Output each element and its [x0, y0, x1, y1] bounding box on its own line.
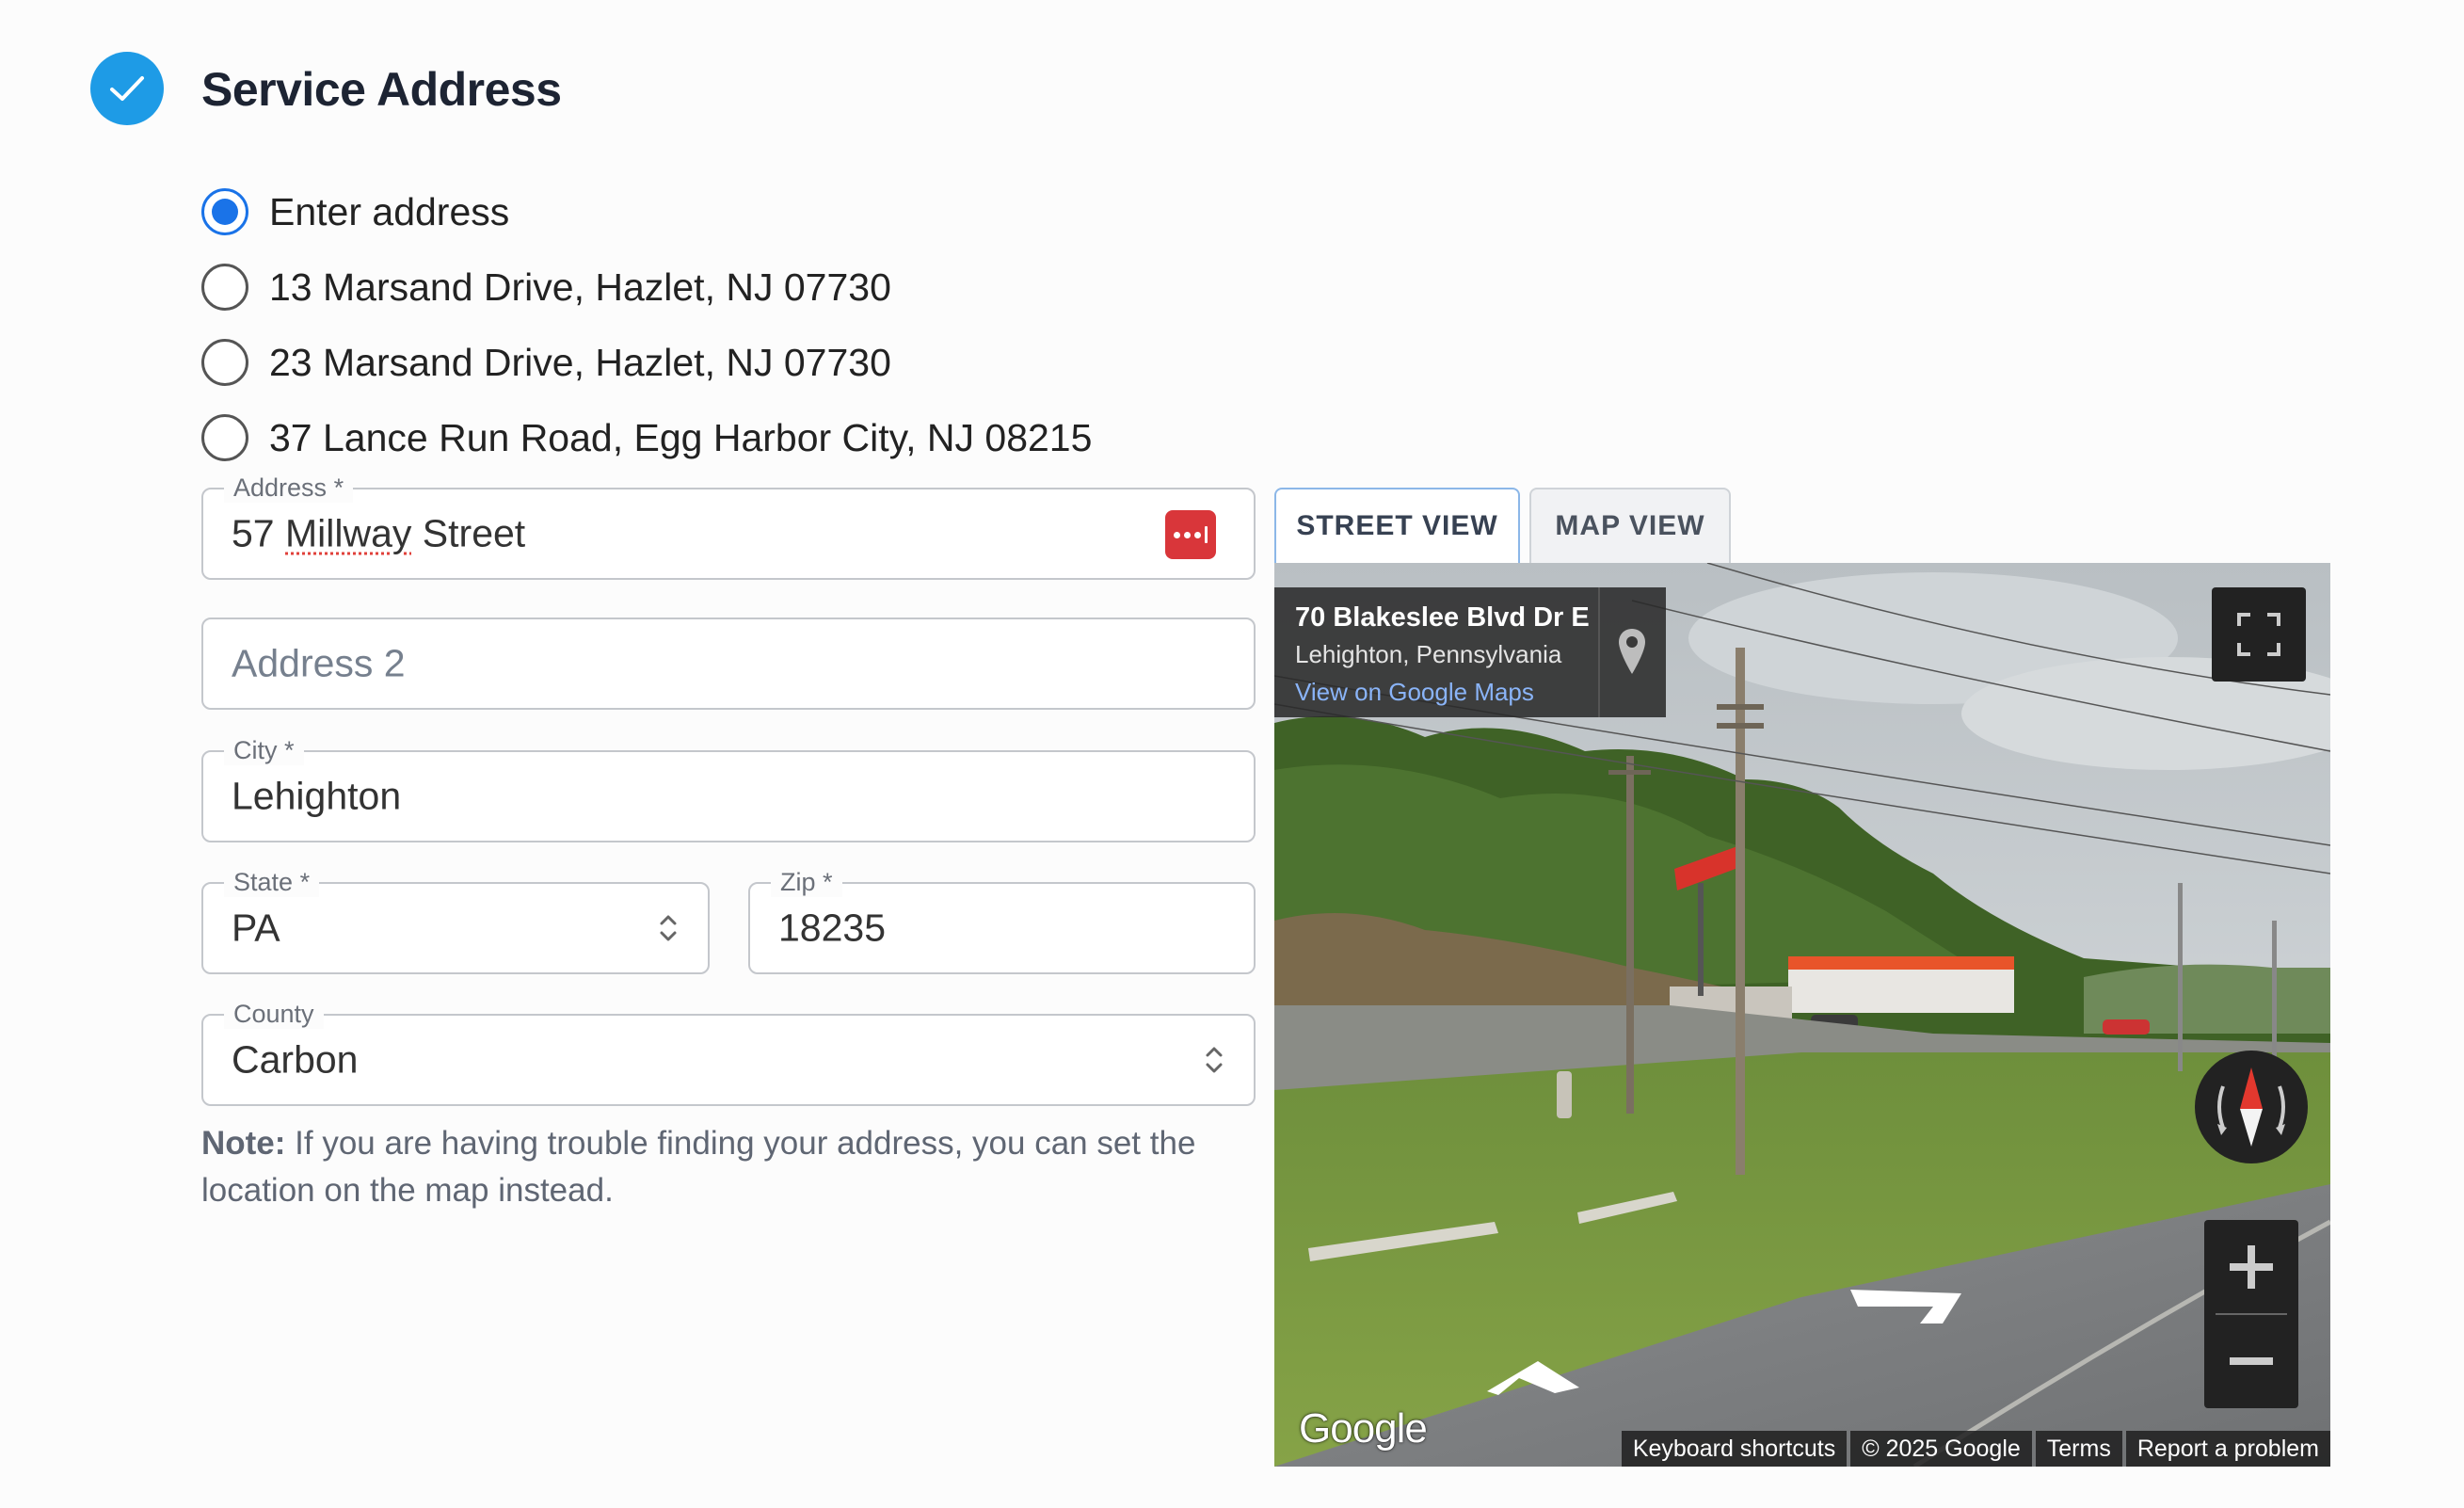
city-value: Lehighton: [232, 774, 402, 818]
section-title: Service Address: [201, 63, 562, 116]
zoom-controls: [2204, 1220, 2298, 1408]
help-note: Note: If you are having trouble finding …: [201, 1125, 1196, 1209]
card-divider: [1598, 587, 1600, 717]
report-problem-link[interactable]: Report a problem: [2125, 1431, 2330, 1467]
address-option-2[interactable]: 23 Marsand Drive, Hazlet, NJ 07730: [201, 334, 891, 391]
fullscreen-button[interactable]: [2212, 587, 2306, 682]
address-field[interactable]: Address * 57 Millway Street: [201, 473, 1256, 580]
county-label: County: [224, 999, 324, 1029]
county-value: Carbon: [232, 1037, 359, 1082]
radio-button[interactable]: [201, 188, 248, 235]
completed-check-icon: [90, 52, 164, 125]
address-option-enter[interactable]: Enter address: [201, 184, 509, 240]
tab-map-view[interactable]: MAP VIEW: [1529, 488, 1731, 563]
compass-button[interactable]: [2195, 1051, 2308, 1163]
option-label: 13 Marsand Drive, Hazlet, NJ 07730: [269, 265, 891, 309]
city-field[interactable]: City * Lehighton: [201, 735, 1256, 842]
compass-icon: [2217, 1067, 2285, 1147]
google-logo: Google: [1299, 1405, 1428, 1452]
zoom-in-button[interactable]: [2204, 1220, 2298, 1314]
zip-value: 18235: [778, 906, 887, 950]
keyboard-shortcuts-link[interactable]: Keyboard shortcuts: [1621, 1431, 1848, 1467]
place-subtitle: Lehighton, Pennsylvania: [1295, 640, 1562, 668]
state-select[interactable]: State * PA: [201, 867, 710, 974]
state-value: PA: [232, 906, 280, 950]
tab-street-view[interactable]: STREET VIEW: [1274, 488, 1520, 563]
terms-link[interactable]: Terms: [2035, 1431, 2122, 1467]
street-view-panel[interactable]: 70 Blakeslee Blvd Dr E Lehighton, Pennsy…: [1274, 563, 2330, 1467]
zoom-out-button[interactable]: [2204, 1314, 2298, 1408]
address-option-1[interactable]: 13 Marsand Drive, Hazlet, NJ 07730: [201, 259, 891, 315]
zip-field[interactable]: Zip * 18235: [748, 867, 1256, 974]
option-label: 37 Lance Run Road, Egg Harbor City, NJ 0…: [269, 415, 1093, 459]
address2-field[interactable]: Address 2: [201, 618, 1256, 710]
fullscreen-icon: [2237, 613, 2280, 656]
zoom-in-icon: [2230, 1245, 2273, 1289]
option-label: 23 Marsand Drive, Hazlet, NJ 07730: [269, 340, 891, 384]
place-info-card: 70 Blakeslee Blvd Dr E Lehighton, Pennsy…: [1274, 587, 1666, 717]
pin-icon[interactable]: [1613, 625, 1651, 678]
chevron-updown-icon: [660, 915, 677, 941]
zip-label: Zip *: [771, 867, 842, 897]
address-option-3[interactable]: 37 Lance Run Road, Egg Harbor City, NJ 0…: [201, 409, 1092, 466]
address2-placeholder: Address 2: [232, 641, 406, 685]
zoom-out-icon: [2230, 1357, 2273, 1365]
radio-button[interactable]: [201, 414, 248, 461]
address-label: Address *: [224, 473, 354, 503]
city-label: City *: [224, 735, 304, 765]
password-manager-icon[interactable]: [1165, 510, 1216, 559]
state-label: State *: [224, 867, 320, 897]
chevron-updown-icon: [1206, 1047, 1223, 1073]
place-title: 70 Blakeslee Blvd Dr E: [1295, 602, 1590, 633]
map-footer: Keyboard shortcuts © 2025 Google Terms R…: [1621, 1431, 2330, 1467]
radio-button[interactable]: [201, 264, 248, 311]
radio-button[interactable]: [201, 339, 248, 386]
option-label: Enter address: [269, 189, 510, 233]
copyright-text: © 2025 Google: [1850, 1431, 2032, 1467]
view-on-google-maps-link[interactable]: View on Google Maps: [1295, 678, 1534, 707]
address-value: 57 Millway Street: [232, 511, 526, 555]
county-select[interactable]: County Carbon: [201, 999, 1256, 1106]
